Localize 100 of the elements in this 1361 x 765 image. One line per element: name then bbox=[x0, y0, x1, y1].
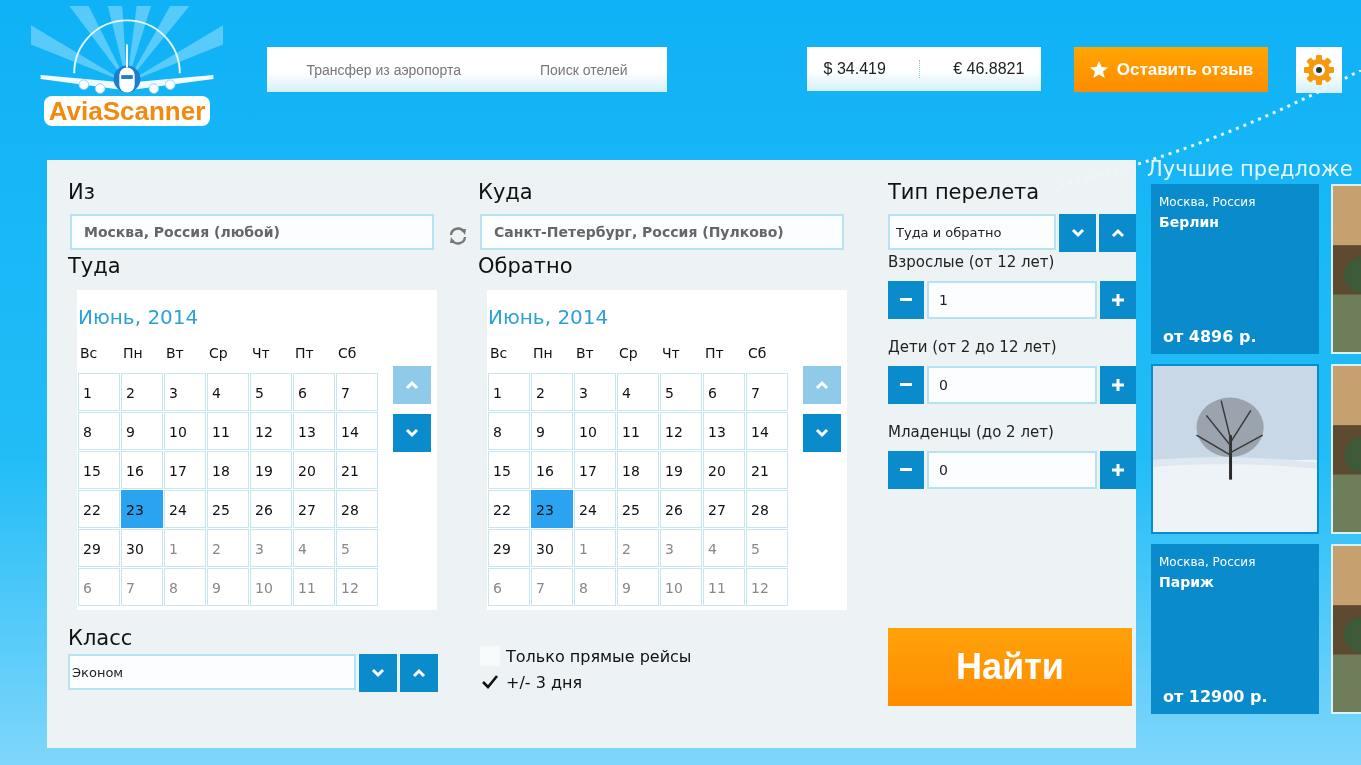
next-month-button[interactable] bbox=[393, 414, 431, 452]
calendar-day[interactable]: 2 bbox=[531, 373, 573, 411]
class-select[interactable]: Эконом bbox=[68, 654, 356, 690]
nav-link[interactable]: Трансфер из аэропорта bbox=[306, 61, 462, 78]
calendar-day[interactable]: 10 bbox=[164, 412, 206, 450]
minus-button[interactable] bbox=[888, 366, 924, 404]
calendar-day[interactable]: 8 bbox=[78, 412, 120, 450]
calendar-day[interactable]: 24 bbox=[574, 490, 616, 528]
calendar-day[interactable]: 15 bbox=[488, 451, 530, 489]
calendar-day[interactable]: 26 bbox=[660, 490, 702, 528]
calendar-day[interactable]: 11 bbox=[703, 568, 745, 606]
settings-button[interactable] bbox=[1296, 47, 1342, 93]
calendar-day[interactable]: 8 bbox=[574, 568, 616, 606]
up-button[interactable] bbox=[400, 654, 438, 692]
calendar-day[interactable]: 13 bbox=[293, 412, 335, 450]
calendar-day[interactable]: 23 bbox=[121, 490, 163, 528]
calendar-day[interactable]: 19 bbox=[250, 451, 292, 489]
calendar-day[interactable]: 1 bbox=[78, 373, 120, 411]
calendar-day[interactable]: 17 bbox=[574, 451, 616, 489]
calendar-day[interactable]: 30 bbox=[121, 529, 163, 567]
calendar-day[interactable]: 10 bbox=[250, 568, 292, 606]
calendar-day[interactable]: 7 bbox=[336, 373, 378, 411]
calendar-day[interactable]: 26 bbox=[250, 490, 292, 528]
calendar-day[interactable]: 9 bbox=[531, 412, 573, 450]
calendar-day[interactable]: 23 bbox=[531, 490, 573, 528]
calendar-day[interactable]: 3 bbox=[164, 373, 206, 411]
calendar-day[interactable]: 27 bbox=[293, 490, 335, 528]
calendar-day[interactable]: 25 bbox=[207, 490, 249, 528]
calendar-day[interactable]: 5 bbox=[336, 529, 378, 567]
calendar-day[interactable]: 29 bbox=[488, 529, 530, 567]
plus-button[interactable] bbox=[1100, 366, 1136, 404]
calendar-day[interactable]: 9 bbox=[617, 568, 659, 606]
calendar-day[interactable]: 17 bbox=[164, 451, 206, 489]
calendar-day[interactable]: 3 bbox=[660, 529, 702, 567]
calendar-day[interactable]: 25 bbox=[617, 490, 659, 528]
calendar-day[interactable]: 11 bbox=[207, 412, 249, 450]
calendar-day[interactable]: 5 bbox=[746, 529, 788, 567]
calendar-day[interactable]: 22 bbox=[78, 490, 120, 528]
calendar-day[interactable]: 14 bbox=[746, 412, 788, 450]
calendar-day[interactable]: 22 bbox=[488, 490, 530, 528]
calendar-day[interactable]: 12 bbox=[660, 412, 702, 450]
calendar-day[interactable]: 30 bbox=[531, 529, 573, 567]
calendar-day[interactable]: 12 bbox=[250, 412, 292, 450]
calendar-day[interactable]: 15 bbox=[78, 451, 120, 489]
calendar-day[interactable]: 1 bbox=[574, 529, 616, 567]
calendar-day[interactable]: 3 bbox=[574, 373, 616, 411]
calendar-day[interactable]: 1 bbox=[164, 529, 206, 567]
calendar-day[interactable]: 21 bbox=[746, 451, 788, 489]
passenger-count-field[interactable]: 0 bbox=[927, 366, 1097, 404]
calendar-day[interactable]: 5 bbox=[660, 373, 702, 411]
calendar-day[interactable]: 2 bbox=[121, 373, 163, 411]
calendar-day[interactable]: 2 bbox=[617, 529, 659, 567]
calendar-day[interactable]: 9 bbox=[121, 412, 163, 450]
calendar-day[interactable]: 24 bbox=[164, 490, 206, 528]
minus-button[interactable] bbox=[888, 451, 924, 489]
offer-tile[interactable]: Москва, Россия Париж от 12900 р. bbox=[1151, 544, 1319, 714]
trip-type-select[interactable]: Туда и обратно bbox=[888, 214, 1056, 250]
calendar-day[interactable]: 8 bbox=[164, 568, 206, 606]
calendar-day[interactable]: 9 bbox=[207, 568, 249, 606]
calendar-day[interactable]: 29 bbox=[78, 529, 120, 567]
down-button[interactable] bbox=[359, 654, 397, 692]
calendar-day[interactable]: 12 bbox=[746, 568, 788, 606]
calendar-day[interactable]: 6 bbox=[78, 568, 120, 606]
next-month-button[interactable] bbox=[803, 414, 841, 452]
calendar-day[interactable]: 19 bbox=[660, 451, 702, 489]
calendar-day[interactable]: 4 bbox=[207, 373, 249, 411]
calendar-day[interactable]: 16 bbox=[121, 451, 163, 489]
calendar-day[interactable]: 6 bbox=[703, 373, 745, 411]
calendar-day[interactable]: 1 bbox=[488, 373, 530, 411]
calendar-day[interactable]: 2 bbox=[207, 529, 249, 567]
calendar-day[interactable]: 4 bbox=[293, 529, 335, 567]
calendar-day[interactable]: 27 bbox=[703, 490, 745, 528]
calendar-day[interactable]: 28 bbox=[336, 490, 378, 528]
calendar-day[interactable]: 14 bbox=[336, 412, 378, 450]
calendar-day[interactable]: 5 bbox=[250, 373, 292, 411]
calendar-day[interactable]: 3 bbox=[250, 529, 292, 567]
calendar-day[interactable]: 20 bbox=[293, 451, 335, 489]
calendar-day[interactable]: 10 bbox=[574, 412, 616, 450]
calendar-day[interactable]: 6 bbox=[293, 373, 335, 411]
calendar-day[interactable]: 21 bbox=[336, 451, 378, 489]
calendar-day[interactable]: 18 bbox=[207, 451, 249, 489]
calendar-day[interactable]: 4 bbox=[703, 529, 745, 567]
up-button[interactable] bbox=[1099, 214, 1136, 252]
calendar-day[interactable]: 8 bbox=[488, 412, 530, 450]
calendar-day[interactable]: 11 bbox=[617, 412, 659, 450]
minus-button[interactable] bbox=[888, 281, 924, 319]
calendar-day[interactable]: 10 bbox=[660, 568, 702, 606]
offer-tile[interactable]: Москва, Россия Берлин от 4896 р. bbox=[1151, 184, 1319, 354]
calendar-day[interactable]: 11 bbox=[293, 568, 335, 606]
nav-link[interactable]: Поиск отелей bbox=[540, 61, 628, 78]
calendar-day[interactable]: 20 bbox=[703, 451, 745, 489]
origin-field[interactable]: Москва, Россия (любой) bbox=[70, 214, 434, 250]
calendar-day[interactable]: 28 bbox=[746, 490, 788, 528]
calendar-day[interactable]: 7 bbox=[121, 568, 163, 606]
passenger-count-field[interactable]: 1 bbox=[927, 281, 1097, 319]
calendar-day[interactable]: 16 bbox=[531, 451, 573, 489]
passenger-count-field[interactable]: 0 bbox=[927, 451, 1097, 489]
calendar-day[interactable]: 7 bbox=[531, 568, 573, 606]
plus-button[interactable] bbox=[1100, 281, 1136, 319]
calendar-day[interactable]: 12 bbox=[336, 568, 378, 606]
